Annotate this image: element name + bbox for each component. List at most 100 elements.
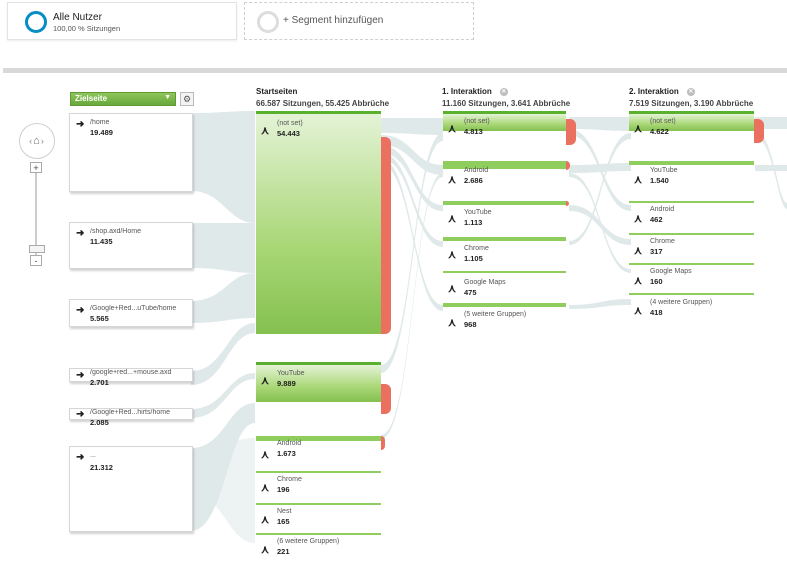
node-label: (not set) xyxy=(650,118,676,125)
landing-page-value: 11.435 xyxy=(90,237,113,246)
landing-page-label: /Google+Red...hirts/home xyxy=(90,409,170,416)
empty-ring-icon xyxy=(257,11,279,33)
segment-subtitle: 100,00 % Sitzungen xyxy=(53,24,121,33)
dimension-select-label: Zielseite xyxy=(75,94,108,103)
start-node[interactable]: ⋏ (6 weitere Gruppen) 221 xyxy=(256,533,381,556)
node-value: 475 xyxy=(464,288,477,297)
pan-control[interactable]: ‹ ⌂ › xyxy=(19,123,55,159)
node-label: YouTube xyxy=(650,167,678,174)
flow-canvas: ‹ ⌂ › + - Zielseite ▼ ⚙ Startseiten 66.5… xyxy=(3,68,787,565)
add-segment-button[interactable]: + Segment hinzufügen xyxy=(244,2,474,40)
interaction-2-node[interactable]: ⋏ Chrome 317 xyxy=(629,233,754,257)
start-node[interactable]: ⋏ Android 1.673 xyxy=(256,436,385,461)
node-label: Chrome xyxy=(650,238,675,245)
interaction-2-node[interactable]: ⋏ (not set) 4.622 xyxy=(629,111,764,143)
interaction-2-node[interactable]: ⋏ Google Maps 160 xyxy=(629,263,754,287)
landing-page-node[interactable]: ➜ /shop.axd/Home 11.435 xyxy=(69,222,193,269)
node-label: (not set) xyxy=(277,120,303,127)
node-label: (4 weitere Gruppen) xyxy=(650,299,713,306)
landing-page-label: /shop.axd/Home xyxy=(90,228,141,235)
node-person-icon: ⋏ xyxy=(634,213,643,225)
landing-page-label: ... xyxy=(90,452,96,459)
settings-gear-button[interactable]: ⚙ xyxy=(180,92,194,106)
node-person-icon: ⋏ xyxy=(448,283,457,295)
node-person-icon: ⋏ xyxy=(448,317,457,329)
zoom-in-button[interactable]: + xyxy=(30,162,42,173)
node-label: Nest xyxy=(277,508,292,515)
segment-title: Alle Nutzer xyxy=(53,12,102,23)
column-title: Startseiten xyxy=(256,87,298,96)
node-person-icon: ⋏ xyxy=(634,275,643,287)
landing-page-node[interactable]: ➜ /google+red...+mouse.axd 2.701 xyxy=(69,368,193,387)
interaction-2-node[interactable]: ⋏ (4 weitere Gruppen) 418 xyxy=(629,293,754,317)
landing-arrow-icon: ➜ xyxy=(76,119,85,130)
node-value: 160 xyxy=(650,277,663,286)
chevron-down-icon: ▼ xyxy=(164,94,171,101)
node-person-icon: ⋏ xyxy=(634,174,643,186)
zoom-slider-handle[interactable] xyxy=(29,245,45,253)
node-label: (not set) xyxy=(464,118,490,125)
gear-icon: ⚙ xyxy=(182,94,192,104)
start-node[interactable]: ⋏ YouTube 9.889 xyxy=(256,362,391,414)
add-segment-label: + Segment hinzufügen xyxy=(283,15,384,26)
dimension-select[interactable]: Zielseite ▼ xyxy=(70,92,176,106)
close-icon[interactable]: ✕ xyxy=(686,88,695,96)
node-person-icon: ⋏ xyxy=(261,449,270,461)
node-value: 221 xyxy=(277,547,290,556)
start-node[interactable]: ⋏ Nest 165 xyxy=(256,503,381,526)
segment-bar: Alle Nutzer 100,00 % Sitzungen + Segment… xyxy=(0,0,787,68)
interaction-1-node[interactable]: ⋏ Chrome 1.105 xyxy=(443,237,566,263)
node-label: Chrome xyxy=(464,245,489,252)
interaction-1-node[interactable]: ⋏ (5 weitere Gruppen) 968 xyxy=(443,303,566,329)
interaction-2-node[interactable]: ⋏ Android 462 xyxy=(629,201,754,225)
drop-off-bar[interactable] xyxy=(566,119,576,145)
interaction-1-node[interactable]: ⋏ YouTube 1.113 xyxy=(443,201,569,227)
start-node[interactable]: ⋏ Chrome 196 xyxy=(256,471,381,494)
landing-page-node[interactable]: ➜ /Google+Red...uTube/home 5.565 xyxy=(69,299,193,327)
node-value: 54.443 xyxy=(277,129,300,138)
landing-page-label: /Google+Red...uTube/home xyxy=(90,305,177,312)
node-value: 317 xyxy=(650,247,663,256)
node-person-icon: ⋏ xyxy=(448,174,457,186)
interaction-2-node[interactable]: ⋏ YouTube 1.540 xyxy=(629,161,754,186)
node-value: 1.113 xyxy=(464,218,483,227)
landing-arrow-icon: ➜ xyxy=(76,370,85,381)
node-value: 196 xyxy=(277,485,290,494)
node-person-icon: ⋏ xyxy=(448,213,457,225)
landing-page-node[interactable]: ➜ /Google+Red...hirts/home 2.085 xyxy=(69,408,193,427)
segment-all-users[interactable]: Alle Nutzer 100,00 % Sitzungen xyxy=(7,2,237,40)
node-label: Android xyxy=(464,167,489,174)
drop-off-bar[interactable] xyxy=(754,119,764,143)
landing-page-node[interactable]: ➜ /home 19.489 xyxy=(69,113,193,192)
landing-arrow-icon: ➜ xyxy=(76,305,85,316)
landing-arrow-icon: ➜ xyxy=(76,228,85,239)
zoom-out-button[interactable]: - xyxy=(30,255,42,266)
start-node[interactable]: ⋏ (not set) 54.443 xyxy=(256,111,391,334)
node-value: 1.540 xyxy=(650,176,669,185)
column-summary: 7.519 Sitzungen, 3.190 Abbrüche xyxy=(629,99,754,108)
node-person-icon: ⋏ xyxy=(261,125,270,137)
landing-page-node[interactable]: ➜ ... 21.312 xyxy=(69,446,193,532)
column-header-start: Startseiten 66.587 Sitzungen, 55.425 Abb… xyxy=(256,87,389,108)
column-summary: 66.587 Sitzungen, 55.425 Abbrüche xyxy=(256,99,390,108)
interaction-1-node[interactable]: ⋏ (not set) 4.813 xyxy=(443,111,576,145)
drop-off-bar[interactable] xyxy=(381,436,385,450)
node-person-icon: ⋏ xyxy=(634,245,643,257)
node-value: 1.105 xyxy=(464,254,483,263)
landing-arrow-icon: ➜ xyxy=(76,452,85,463)
interaction-1-node[interactable]: ⋏ Google Maps 475 xyxy=(443,271,566,297)
drop-off-bar[interactable] xyxy=(381,384,391,414)
landing-page-value: 2.701 xyxy=(90,378,109,387)
node-label: (6 weitere Gruppen) xyxy=(277,538,340,545)
node-label: (5 weitere Gruppen) xyxy=(464,311,527,318)
interaction-1-node[interactable]: ⋏ Android 2.686 xyxy=(443,161,570,186)
home-icon[interactable]: ⌂ xyxy=(33,135,41,147)
column-summary: 11.160 Sitzungen, 3.641 Abbrüche xyxy=(442,99,571,108)
node-value: 2.686 xyxy=(464,176,483,185)
drop-off-bar[interactable] xyxy=(381,137,391,334)
node-label: Android xyxy=(650,206,675,213)
close-icon[interactable]: ✕ xyxy=(499,88,508,96)
node-label: Android xyxy=(277,440,302,447)
node-value: 4.813 xyxy=(464,127,483,136)
chevron-right-icon[interactable]: › xyxy=(41,136,45,146)
